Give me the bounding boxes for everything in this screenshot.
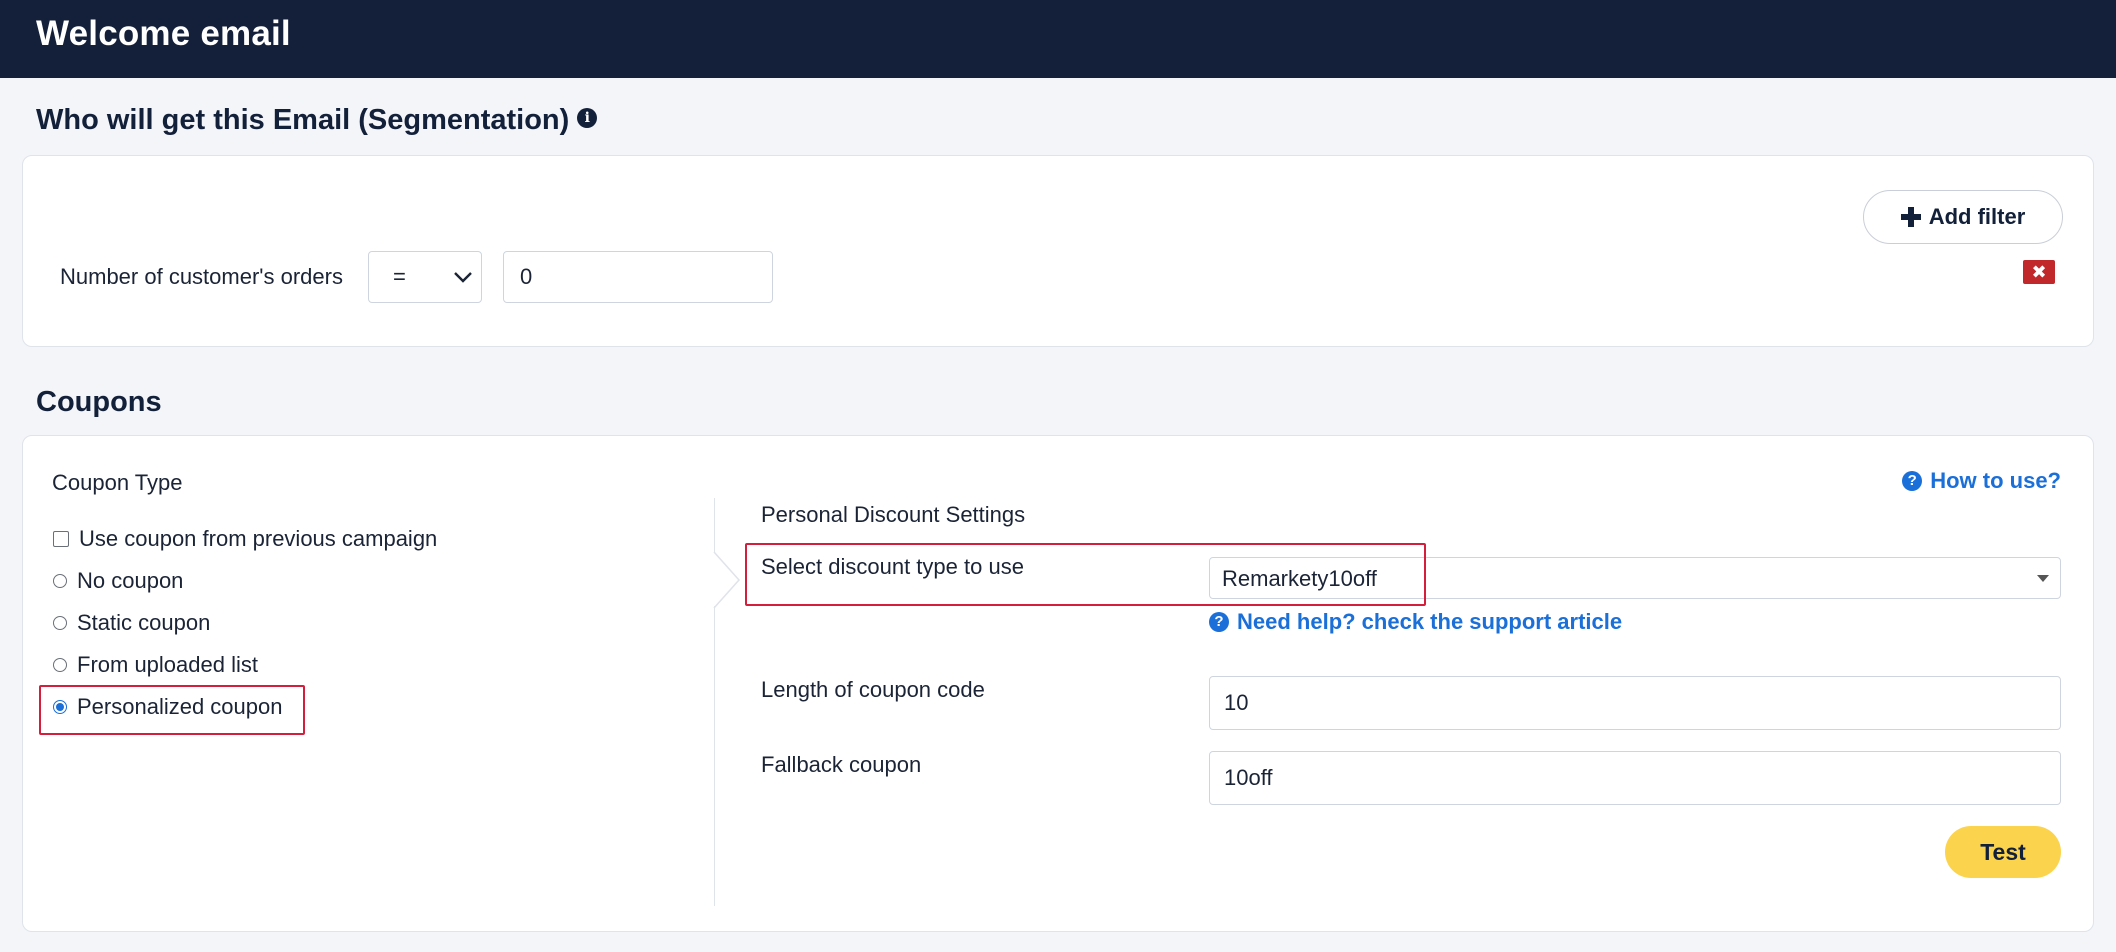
segmentation-heading: Who will get this Email (Segmentation) i — [36, 104, 598, 137]
fallback-value: 10off — [1224, 765, 1273, 790]
segmentation-card: Number of customer's orders = 0 Add filt… — [22, 155, 2094, 347]
radio-button[interactable] — [53, 658, 67, 672]
test-label: Test — [1980, 838, 2026, 865]
radio-button[interactable] — [53, 616, 67, 630]
delete-filter-button[interactable]: ✖ — [2023, 260, 2055, 284]
how-to-use-label: How to use? — [1930, 468, 2061, 493]
fallback-label: Fallback coupon — [761, 752, 922, 777]
chevron-down-icon — [454, 272, 472, 283]
option-label: Use coupon from previous campaign — [79, 526, 438, 551]
test-button[interactable]: Test — [1945, 826, 2061, 878]
close-icon: ✖ — [2031, 262, 2047, 282]
divider — [714, 498, 715, 553]
filter-operator-value: = — [393, 264, 406, 289]
coupons-title: Coupons — [36, 386, 162, 418]
coupon-type-label: Coupon Type — [52, 470, 183, 495]
info-icon[interactable]: i — [577, 108, 598, 128]
option-no-coupon[interactable]: No coupon — [53, 568, 183, 594]
personal-discount-heading: Personal Discount Settings — [761, 502, 1026, 527]
length-input[interactable]: 10 — [1209, 676, 2061, 730]
fallback-input[interactable]: 10off — [1209, 751, 2061, 805]
add-filter-button[interactable]: Add filter — [1863, 190, 2063, 244]
top-header: Welcome email — [0, 0, 2116, 78]
divider-notch — [713, 552, 741, 608]
highlight-box — [745, 543, 1426, 606]
support-article-link[interactable]: ? Need help? check the support article — [1209, 609, 1622, 635]
filter-value-input[interactable]: 0 — [503, 251, 773, 303]
option-static-coupon[interactable]: Static coupon — [53, 610, 210, 636]
option-uploaded-list[interactable]: From uploaded list — [53, 652, 258, 678]
add-filter-label: Add filter — [1928, 204, 2026, 229]
coupons-card: Coupon Type ? How to use? Use coupon fro… — [22, 435, 2094, 932]
filter-value: 0 — [520, 264, 533, 289]
filter-label: Number of customer's orders — [60, 264, 343, 289]
option-label: No coupon — [77, 568, 184, 593]
filter-operator-select[interactable]: = — [368, 251, 482, 303]
page-title: Welcome email — [36, 14, 291, 53]
segmentation-title: Who will get this Email (Segmentation) — [36, 104, 570, 136]
question-icon: ? — [1209, 612, 1229, 632]
caret-down-icon — [2037, 575, 2049, 582]
option-label: From uploaded list — [77, 652, 258, 677]
option-previous-campaign[interactable]: Use coupon from previous campaign — [53, 526, 437, 552]
highlight-box — [39, 685, 305, 735]
length-label: Length of coupon code — [761, 677, 985, 702]
question-icon: ? — [1902, 471, 1923, 491]
divider — [714, 606, 715, 906]
support-article-label: Need help? check the support article — [1237, 609, 1623, 634]
length-value: 10 — [1224, 690, 1249, 715]
plus-icon — [1900, 207, 1921, 227]
how-to-use-link[interactable]: ? How to use? — [1902, 468, 2061, 494]
radio-button[interactable] — [53, 574, 67, 588]
option-label: Static coupon — [77, 610, 211, 635]
checkbox[interactable] — [53, 531, 69, 547]
